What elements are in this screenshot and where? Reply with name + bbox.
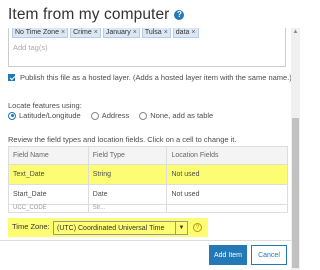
tag-chip: No Time Zone × xyxy=(12,28,69,38)
scrollbar[interactable]: ▲ xyxy=(291,28,300,270)
tags-input[interactable]: No Time Zone × Crime × January × Tulsa × dat… xyxy=(8,28,286,67)
help-icon[interactable]: ? xyxy=(174,10,185,20)
dialog-header: Item from my computer ? xyxy=(8,5,185,25)
field-name-cell[interactable]: Text_Date xyxy=(8,164,89,185)
tag-list: No Time Zone × Crime × January × Tulsa × dat… xyxy=(12,28,199,38)
radio-button[interactable] xyxy=(8,111,16,120)
table-row: UCC_CODE Str... xyxy=(8,204,288,213)
radio-button[interactable] xyxy=(90,111,99,120)
location-field-cell[interactable]: Not used xyxy=(166,184,288,205)
field-type-cell[interactable]: String xyxy=(87,164,168,185)
radio-table[interactable]: None, add as table xyxy=(139,111,213,120)
field-type-cell[interactable]: Str... xyxy=(87,204,168,213)
tag-chip: Tulsa × xyxy=(141,28,171,38)
column-header: Location Fields xyxy=(166,146,288,165)
remove-tag-icon[interactable]: × xyxy=(61,29,65,36)
scroll-up-icon[interactable]: ▲ xyxy=(291,28,300,37)
location-field-cell[interactable] xyxy=(166,204,288,213)
remove-tag-icon[interactable]: × xyxy=(191,29,195,36)
review-instructions: Review the field types and location fiel… xyxy=(8,135,237,144)
scrollbar-thumb[interactable] xyxy=(292,118,299,268)
table-row: Start_Date Date Not used xyxy=(8,184,288,205)
table-header-row: Field Name Field Type Location Fields xyxy=(8,146,288,165)
remove-tag-icon[interactable]: × xyxy=(133,29,137,36)
radio-latlong[interactable]: Latitude/Longitude xyxy=(8,111,81,120)
footer-divider xyxy=(0,240,291,241)
add-item-dialog: Item from my computer ? No Time Zone × Cr… xyxy=(0,0,300,270)
timezone-help-icon[interactable]: ? xyxy=(193,223,202,232)
tag-chip: January × xyxy=(102,28,140,38)
radio-address[interactable]: Address xyxy=(90,111,129,120)
add-item-button[interactable]: Add Item xyxy=(209,245,247,265)
timezone-value: (UTC) Coordinated Universal Time xyxy=(57,224,165,232)
timezone-select[interactable]: (UTC) Coordinated Universal Time ▼ xyxy=(53,221,188,235)
timezone-label: Time Zone: xyxy=(12,222,50,231)
location-field-cell[interactable]: Not used xyxy=(166,164,288,185)
publish-label: Publish this file as a hosted layer. (Ad… xyxy=(20,73,291,82)
field-type-cell[interactable]: Date xyxy=(87,184,168,205)
locate-options: Latitude/Longitude Address None, add as … xyxy=(8,111,223,120)
tag-placeholder[interactable]: Add tag(s) xyxy=(13,43,48,52)
column-header: Field Type xyxy=(87,146,168,165)
remove-tag-icon[interactable]: × xyxy=(94,29,98,36)
tag-chip: Crime × xyxy=(70,28,101,38)
remove-tag-icon[interactable]: × xyxy=(164,29,168,36)
field-name-cell[interactable]: UCC_CODE xyxy=(8,204,89,213)
column-header: Field Name xyxy=(8,146,89,165)
dialog-title: Item from my computer xyxy=(8,6,170,23)
radio-button[interactable] xyxy=(139,111,148,120)
publish-checkbox[interactable] xyxy=(8,74,15,81)
dropdown-arrow-icon[interactable]: ▼ xyxy=(175,222,187,234)
field-table: Field Name Field Type Location Fields Te… xyxy=(8,146,288,213)
field-name-cell[interactable]: Start_Date xyxy=(8,184,89,205)
table-row: Text_Date String Not used xyxy=(8,164,288,185)
locate-label: Locate features using: xyxy=(8,101,82,110)
tag-chip: data × xyxy=(172,28,199,38)
cancel-button[interactable]: Cancel xyxy=(251,245,287,265)
